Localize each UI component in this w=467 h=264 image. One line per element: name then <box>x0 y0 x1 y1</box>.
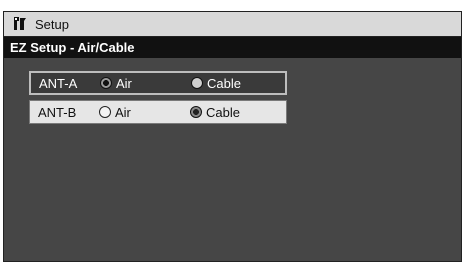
radio-selected-icon[interactable] <box>100 77 112 89</box>
ant-a-air-option[interactable]: Air <box>100 76 191 91</box>
setup-menu-icon <box>10 14 30 34</box>
setup-window: Setup EZ Setup - Air/Cable ANT-A Air Cab… <box>3 11 462 262</box>
radio-unselected-icon[interactable] <box>99 106 111 118</box>
ant-b-air-label: Air <box>115 104 131 120</box>
ant-a-cable-label: Cable <box>207 75 241 91</box>
radio-unselected-icon[interactable] <box>191 77 203 89</box>
ant-a-air-label: Air <box>116 75 132 91</box>
ant-a-label: ANT-A <box>39 75 78 91</box>
ant-b-cable-option[interactable]: Cable <box>190 105 240 120</box>
ant-b-label: ANT-B <box>38 104 77 120</box>
ant-b-row[interactable]: ANT-B Air Cable <box>29 100 287 124</box>
page-title: EZ Setup - Air/Cable <box>4 37 461 58</box>
ant-b-cable-label: Cable <box>206 104 240 120</box>
ant-b-air-option[interactable]: Air <box>99 105 190 120</box>
title-bar: Setup <box>4 12 461 37</box>
ant-a-row[interactable]: ANT-A Air Cable <box>29 71 287 95</box>
ant-a-cable-option[interactable]: Cable <box>191 76 241 91</box>
window-title: Setup <box>35 16 69 32</box>
radio-selected-icon[interactable] <box>190 106 202 118</box>
